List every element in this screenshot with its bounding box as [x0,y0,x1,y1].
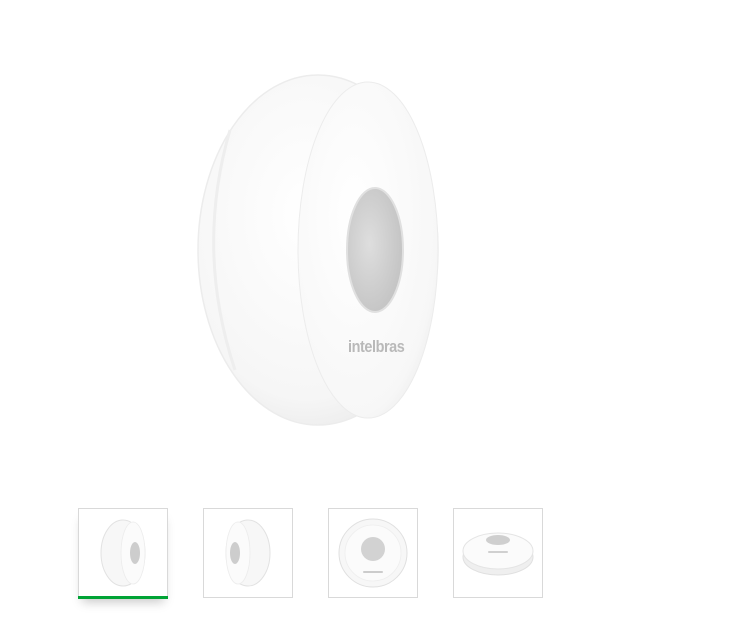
thumbnail-top-perspective[interactable] [453,508,543,598]
thumbnail-side-angle-alt[interactable] [203,508,293,598]
device-side-angle-icon [100,519,146,587]
thumbnail-side-angle[interactable] [78,508,168,599]
thumbnail-front[interactable] [328,508,418,598]
device-top-icon [462,532,534,576]
brand-logo: intelbras [348,337,405,356]
device-front-icon [338,518,408,588]
thumbnail-gallery [78,508,543,599]
device-side-alt-icon [225,519,271,587]
alarm-button-device-icon [197,74,439,426]
active-indicator [78,596,168,599]
main-product-image: intelbras [140,40,500,460]
